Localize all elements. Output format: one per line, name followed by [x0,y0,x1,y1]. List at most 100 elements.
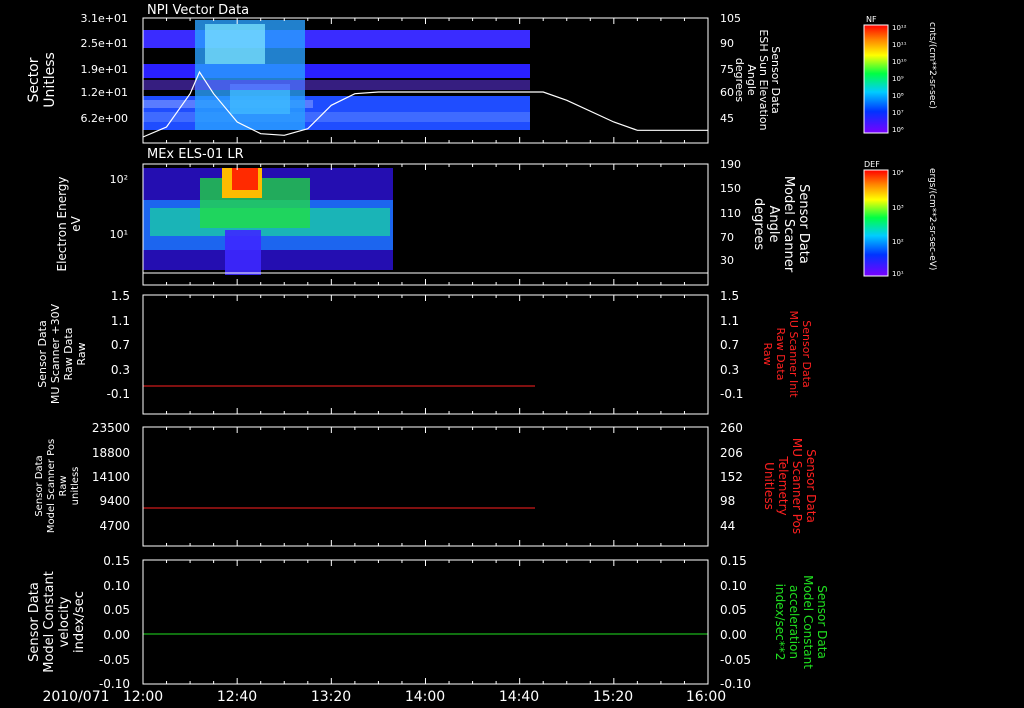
right-label-line: index/sec**2 [773,584,787,661]
panel-model-constant: 0.15 0.10 0.05 0.00 -0.05 -0.10 0.15 0.1… [27,554,829,691]
y-tick: 18800 [92,446,130,460]
colorbar-tick: 10⁷ [892,109,904,117]
date-label: 2010/071 [42,689,109,705]
x-tick-label: 12:00 [123,689,163,705]
mu30v-right-label: Sensor Data MU Scanner Init Raw Data Raw [761,310,813,398]
y-tick: 2.5e+01 [81,37,128,50]
x-axis: 2010/071 12:00 12:40 13:20 14:00 14:40 1… [42,689,726,705]
scannerpos-y-ticks: 23500 18800 14100 9400 4700 [92,421,130,533]
y-right-tick: 105 [720,12,741,25]
mu30v-y-label: Sensor Data MU Scanner +30V Raw Data Raw [36,303,88,404]
scannerpos-right-label: Sensor Data MU Scanner Pos Telemetry Uni… [762,438,818,534]
y-tick: 1.5 [111,289,130,303]
colorbar-nf-ticks: 10¹² 10¹¹ 10¹⁰ 10⁹ 10⁸ 10⁷ 10⁶ [892,24,907,134]
npi-title: NPI Vector Data [147,3,249,18]
els-y-ticks: 10² 10¹ [110,173,128,241]
right-label-line: Sensor Data [815,585,829,659]
y-label-line: Sensor Data [36,320,49,387]
constant-right-label: Sensor Data Model Constant acceleration … [773,575,829,669]
y-right-tick: 0.00 [720,628,747,642]
y-right-tick: 0.7 [720,338,739,352]
colorbar-tick: 10¹¹ [892,41,907,49]
y-tick: 0.15 [103,554,130,568]
y-tick: 10² [110,173,128,186]
x-tick-label: 13:20 [311,689,351,705]
mu30v-y-right-ticks: 1.5 1.1 0.7 0.3 -0.1 [720,289,743,401]
y-right-tick: 75 [720,63,734,76]
els-y-label: Electron Energy eV [55,176,83,271]
y-tick: 23500 [92,421,130,435]
y-label-line: velocity [57,596,72,647]
panel-mu-scanner-30v: 1.5 1.1 0.7 0.3 -0.1 1.5 1.1 0.7 0.3 -0.… [36,289,813,415]
constant-y-label: Sensor Data Model Constant velocity inde… [27,571,87,673]
right-label-line: Sensor Data [800,320,813,387]
right-label-line: MU Scanner Pos [790,438,804,534]
panel-mex-els: MEx ELS-01 LR 10² 10¹ 190 150 110 70 30 … [55,147,811,286]
y-right-tick: 98 [720,494,735,508]
y-tick: 1.2e+01 [81,86,128,99]
y-tick: 1.1 [111,314,130,328]
right-label-line: Raw [761,342,774,365]
y-tick: 0.10 [103,579,130,593]
x-tick-label: 15:20 [593,689,633,705]
colorbar-def-scale [863,169,889,277]
y-right-tick: 1.5 [720,289,739,303]
y-right-tick: 30 [720,254,734,267]
y-right-tick: 190 [720,158,741,171]
colorbar-def-label: DEF [864,160,880,169]
y-label-line: Unitless [42,52,58,108]
colorbar-tick: 10² [892,238,904,246]
colorbar-tick: 10⁹ [892,75,904,83]
right-label-line: Model Scanner [781,176,796,273]
y-label-line: Raw [75,342,88,365]
constant-frame [142,559,709,685]
y-tick: -0.1 [107,387,130,401]
els-heatmap [143,168,393,275]
colorbar-nf: NF 10¹² 10¹¹ 10¹⁰ 10⁹ 10⁸ 10⁷ 10⁶ cnts/(… [863,15,937,134]
y-right-tick: 44 [720,519,735,533]
els-right-label: Sensor Data Model Scanner Angle degrees [751,176,811,273]
y-label-line: Sensor Data [27,582,42,662]
y-label-line: Model Constant [42,571,57,673]
colorbar-tick: 10⁴ [892,169,904,177]
x-tick-label: 16:00 [686,689,726,705]
y-right-tick: 45 [720,112,734,125]
y-tick: 14100 [92,470,130,484]
colorbar-nf-scale [863,24,889,134]
colorbar-nf-label: NF [866,15,877,24]
y-right-tick: 110 [720,207,741,220]
y-label-line: eV [69,215,83,231]
y-right-tick: 1.1 [720,314,739,328]
scannerpos-y-label: Sensor Data Model Scanner Pos Raw unitle… [34,439,81,533]
y-tick: 9400 [99,494,130,508]
colorbar-tick: 10¹² [892,24,907,32]
right-label-line: Model Constant [801,575,815,669]
right-label-line: Telemetry [776,455,790,515]
y-right-tick: 0.15 [720,554,747,568]
y-right-tick: 0.10 [720,579,747,593]
y-right-tick: 90 [720,37,734,50]
y-right-tick: 152 [720,470,743,484]
multi-panel-plot: NPI Vector Data 3.1e+01 2.5e+01 1.9e+01 … [26,3,937,705]
y-label-line: Raw [58,475,69,496]
x-tick-label: 14:40 [499,689,539,705]
x-tick-label: 12:40 [217,689,257,705]
npi-right-label: Sensor Data ESH Sun Elevation Angle degr… [733,29,782,130]
y-tick: -0.05 [99,653,130,667]
y-label-line: Sensor Data [34,455,45,516]
npi-band [205,24,265,64]
els-band [225,230,261,275]
colorbar-nf-unit: cnts/(cm**2-sr-sec) [927,22,937,109]
colorbar-def-ticks: 10⁴ 10³ 10² 10¹ [892,169,904,278]
colorbar-tick: 10¹ [892,270,904,278]
right-label-line: Raw Data [774,328,787,381]
mu30v-y-ticks: 1.5 1.1 0.7 0.3 -0.1 [107,289,130,401]
right-label-line: Sensor Data [796,184,811,264]
right-label-line: acceleration [787,585,801,659]
y-right-tick: 0.3 [720,363,739,377]
panel-npi-vector: NPI Vector Data 3.1e+01 2.5e+01 1.9e+01 … [26,3,782,144]
right-label-line: MU Scanner Init [787,310,800,398]
y-label-line: Electron Energy [55,176,69,271]
npi-band [143,80,530,90]
npi-y-label: Sector Unitless [26,52,58,108]
